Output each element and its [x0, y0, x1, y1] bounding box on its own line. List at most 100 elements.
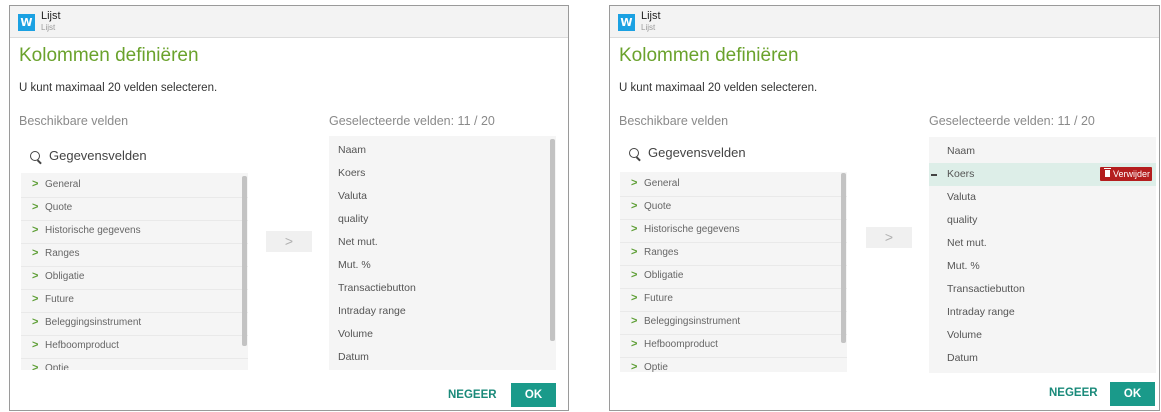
available-field-label: Historische gegevens: [45, 225, 141, 236]
title-divider: [10, 37, 568, 38]
available-field-item[interactable]: > Historische gegevens: [620, 219, 847, 243]
search-input[interactable]: Gegevensvelden: [648, 145, 746, 160]
ignore-button[interactable]: NEGEER: [1049, 387, 1098, 399]
selected-field-item[interactable]: Naam: [329, 139, 556, 162]
available-field-item[interactable]: > Ranges: [620, 242, 847, 266]
available-field-item[interactable]: > Quote: [21, 197, 248, 221]
ignore-button[interactable]: NEGEER: [448, 389, 497, 401]
available-field-label: Beleggingsinstrument: [45, 317, 142, 328]
available-field-item[interactable]: > Quote: [620, 196, 847, 220]
selected-field-label: Koers: [338, 167, 366, 179]
available-field-item[interactable]: > Beleggingsinstrument: [620, 311, 847, 335]
selected-field-label: Volume: [947, 329, 983, 341]
chevron-right-icon: >: [631, 292, 638, 304]
selected-field-item[interactable]: Mut. %: [329, 254, 556, 277]
chevron-right-icon: >: [631, 315, 638, 327]
selected-field-item[interactable]: quality: [329, 208, 556, 231]
dialog-heading: Kolommen definiëren: [19, 45, 199, 66]
chevron-right-icon: >: [32, 178, 39, 190]
selected-field-item[interactable]: quality: [929, 209, 1156, 232]
selected-field-label: Naam: [338, 144, 367, 156]
window-subtitle: Lijst: [641, 23, 656, 32]
chevron-right-icon: >: [631, 269, 638, 281]
available-field-item[interactable]: > General: [21, 174, 248, 198]
available-field-item[interactable]: > Hefboomproduct: [21, 335, 248, 359]
dash-icon: [931, 174, 937, 176]
selected-field-label: Valuta: [338, 190, 367, 202]
selected-field-item[interactable]: Koers: [329, 162, 556, 185]
selected-field-item[interactable]: Intraday range: [929, 301, 1156, 324]
available-field-item[interactable]: > Historische gegevens: [21, 220, 248, 244]
selected-field-item-hovered[interactable]: Koers Verwijder: [929, 163, 1156, 186]
selected-field-label: quality: [947, 214, 978, 226]
selected-field-item[interactable]: Datum: [329, 346, 556, 369]
selected-field-label: Net mut.: [947, 237, 987, 249]
available-field-item[interactable]: > Future: [21, 289, 248, 313]
remove-button-label: Verwijder: [1113, 169, 1151, 179]
available-list-scrollbar[interactable]: [242, 176, 247, 346]
available-fields-list: > General > Quote > Historische gegevens > R…: [620, 172, 847, 372]
move-right-button[interactable]: >: [866, 227, 912, 248]
available-field-label: Historische gegevens: [644, 224, 740, 235]
selected-field-item[interactable]: Net mut.: [929, 232, 1156, 255]
available-field-item[interactable]: > Future: [620, 288, 847, 312]
selected-field-item[interactable]: Valuta: [929, 186, 1156, 209]
selection-limit-text: U kunt maximaal 20 velden selecteren.: [19, 82, 218, 94]
dialog-before: W Lijst Lijst Kolommen definiëren U kunt…: [9, 5, 569, 411]
search-input[interactable]: Gegevensvelden: [49, 148, 147, 163]
chevron-right-icon: >: [32, 339, 39, 351]
chevron-right-icon: >: [32, 201, 39, 213]
available-list-scrollbar[interactable]: [841, 173, 846, 343]
available-field-item[interactable]: > Optie: [21, 358, 248, 370]
selected-list-scrollbar[interactable]: [550, 139, 555, 341]
available-field-label: Ranges: [45, 248, 80, 259]
move-right-button[interactable]: >: [266, 231, 312, 252]
available-field-item[interactable]: > Obligatie: [620, 265, 847, 289]
selected-field-label: Intraday range: [947, 306, 1015, 318]
selected-field-item[interactable]: Intraday range: [329, 300, 556, 323]
available-field-label: Beleggingsinstrument: [644, 316, 741, 327]
available-field-label: Future: [45, 294, 74, 305]
selected-field-label: Net mut.: [338, 236, 378, 248]
remove-field-button[interactable]: Verwijder: [1100, 167, 1152, 181]
search-icon[interactable]: [629, 148, 639, 158]
selected-field-label: Transactiebutton: [947, 283, 1025, 295]
available-fields-label: Beschikbare velden: [19, 114, 129, 128]
available-field-label: Optie: [644, 362, 668, 372]
available-field-label: General: [45, 179, 81, 190]
selected-field-label: Naam: [947, 145, 976, 157]
selected-field-label: Mut. %: [947, 260, 980, 272]
available-field-item[interactable]: > Optie: [620, 357, 847, 372]
selected-field-item[interactable]: Volume: [329, 323, 556, 346]
available-fields-list: > General > Quote > Historische gegevens > R…: [21, 173, 248, 370]
selected-field-label: Datum: [338, 351, 369, 363]
dialog-heading: Kolommen definiëren: [619, 45, 799, 66]
selected-fields-list: Naam Koers Verwijder Valuta quality Net …: [929, 137, 1156, 373]
ok-button[interactable]: OK: [511, 383, 556, 407]
selected-field-item[interactable]: Naam: [929, 140, 1156, 163]
selected-field-label: Volume: [338, 328, 374, 340]
selected-field-item[interactable]: Valuta: [329, 185, 556, 208]
dialog-after: W Lijst Lijst Kolommen definiëren U kunt…: [609, 5, 1160, 411]
selection-limit-text: U kunt maximaal 20 velden selecteren.: [619, 82, 818, 94]
chevron-right-icon: >: [32, 247, 39, 259]
ok-button[interactable]: OK: [1110, 382, 1155, 406]
chevron-right-icon: >: [32, 316, 39, 328]
selected-field-item[interactable]: Volume: [929, 324, 1156, 347]
selected-field-label: Valuta: [947, 191, 976, 203]
chevron-right-icon: >: [32, 293, 39, 305]
selected-field-item[interactable]: Mut. %: [929, 255, 1156, 278]
selected-field-item[interactable]: Datum: [929, 347, 1156, 370]
selected-field-item[interactable]: Net mut.: [329, 231, 556, 254]
available-field-item[interactable]: > Obligatie: [21, 266, 248, 290]
search-icon[interactable]: [30, 151, 40, 161]
selected-field-label: Koers: [947, 168, 975, 180]
selected-fields-list: Naam Koers Valuta quality Net mut. Mut. …: [329, 136, 556, 370]
available-field-item[interactable]: > General: [620, 173, 847, 197]
selected-field-item[interactable]: Transactiebutton: [929, 278, 1156, 301]
chevron-right-icon: >: [631, 177, 638, 189]
available-field-item[interactable]: > Ranges: [21, 243, 248, 267]
selected-field-item[interactable]: Transactiebutton: [329, 277, 556, 300]
available-field-item[interactable]: > Hefboomproduct: [620, 334, 847, 358]
available-field-item[interactable]: > Beleggingsinstrument: [21, 312, 248, 336]
